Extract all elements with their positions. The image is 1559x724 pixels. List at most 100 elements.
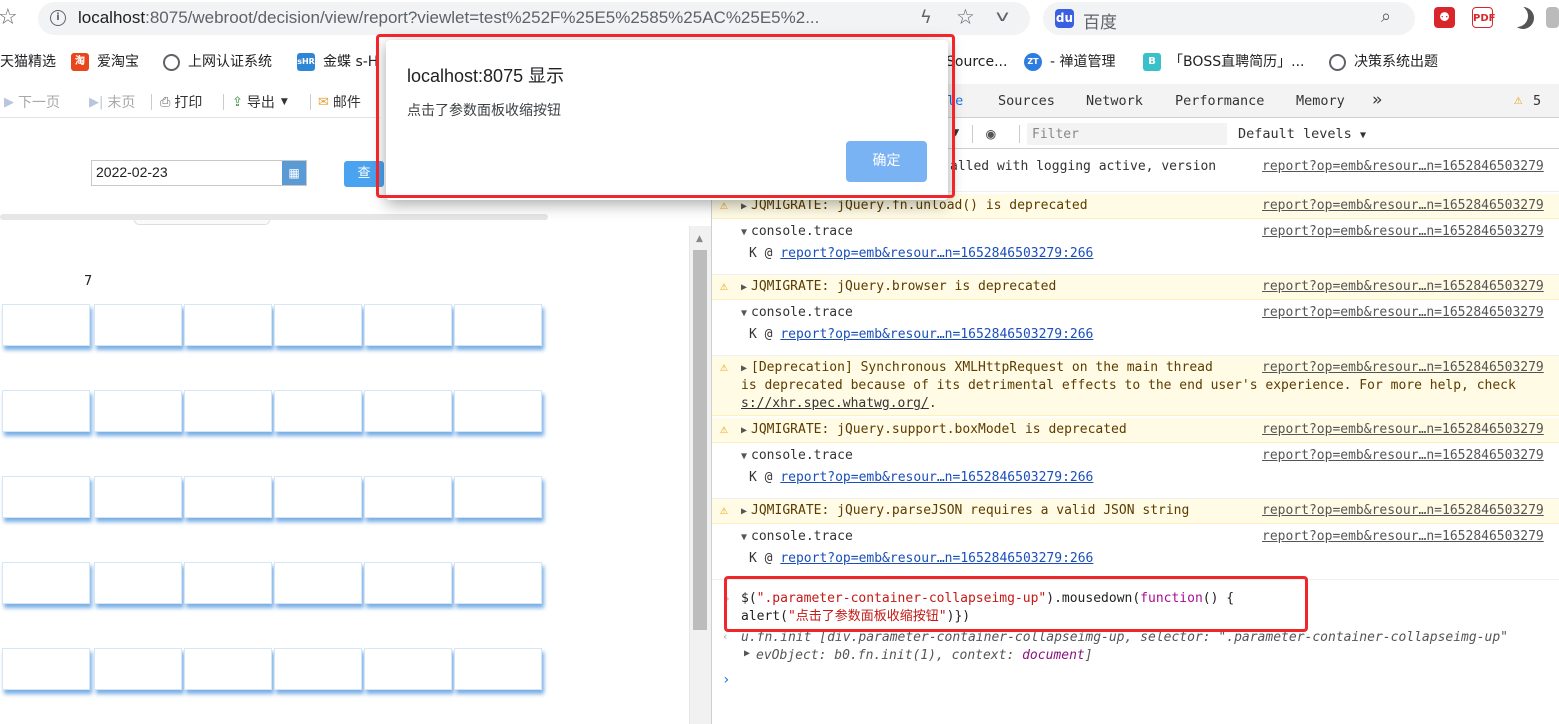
print-button[interactable]: ⎙ 打印 (160, 92, 202, 112)
report-cell[interactable] (94, 476, 182, 518)
report-cell[interactable] (2, 562, 90, 604)
tab-network[interactable]: Network (1086, 93, 1143, 109)
bookmark-boss[interactable]: B 「BOSS直聘简历」... (1143, 51, 1305, 73)
stack-link[interactable]: report?op=emb&resour…n=1652846503279:266 (780, 327, 1093, 342)
report-cell[interactable] (274, 562, 362, 604)
report-cell[interactable] (2, 476, 90, 518)
trace-text[interactable]: ▼ console.trace (741, 447, 853, 466)
warning-icon[interactable]: ⚠ (1514, 92, 1522, 108)
source-link[interactable]: report?op=emb&resour…n=1652846503279 (1262, 197, 1544, 215)
url-text[interactable]: localhost:8075/webroot/decision/view/rep… (78, 8, 900, 28)
message-text[interactable]: ▶ [Deprecation] Synchronous XMLHttpReques… (741, 359, 1213, 378)
trace-text[interactable]: ▼ console.trace (741, 528, 853, 547)
report-cell[interactable] (454, 648, 542, 690)
message-text[interactable]: ▶ JQMIGRATE: jQuery.support.boxModel is d… (741, 421, 1127, 440)
source-link[interactable]: report?op=emb&resour…n=1652846503279 (1262, 304, 1544, 322)
source-link[interactable]: report?op=emb&resour…n=1652846503279 (1262, 502, 1544, 520)
bookmark-zentao[interactable]: ZT - 禅道管理 (1024, 51, 1116, 73)
bookmark-auth-system[interactable]: 上网认证系统 (163, 51, 272, 73)
flash-icon[interactable]: ϟ (920, 7, 932, 28)
mail-button[interactable]: ✉ 邮件 (318, 92, 361, 112)
report-cell[interactable] (454, 476, 542, 518)
stack-link[interactable]: report?op=emb&resour…n=1652846503279:266 (780, 551, 1093, 566)
context-dropdown-icon[interactable]: ▼ (952, 125, 959, 139)
scroll-up-icon[interactable]: ▲ (696, 234, 703, 244)
bookmark-star-icon[interactable]: ☆ (0, 6, 18, 30)
report-cell[interactable] (364, 304, 452, 346)
export-button[interactable]: ⇪ 导出 ▼ (232, 92, 288, 112)
report-cell[interactable] (94, 648, 182, 690)
bookmark-source[interactable]: Source... (946, 51, 1007, 73)
source-link[interactable]: report?op=emb&resour…n=1652846503279 (1262, 421, 1544, 439)
last-page-button[interactable]: ▶| 末页 (89, 92, 135, 112)
search-box[interactable]: du 百度 ⌕ (1043, 2, 1415, 35)
tab-performance[interactable]: Performance (1175, 93, 1264, 109)
source-link[interactable]: report?op=emb&resour…n=1652846503279 (1262, 359, 1544, 377)
report-cell[interactable] (364, 648, 452, 690)
report-cell[interactable] (274, 304, 362, 346)
expand-icon[interactable]: ▶ (744, 648, 750, 659)
stack-link[interactable]: report?op=emb&resour…n=1652846503279:266 (780, 246, 1093, 261)
report-cell[interactable] (184, 390, 272, 432)
report-cell[interactable] (94, 562, 182, 604)
report-cell[interactable] (364, 476, 452, 518)
search-icon[interactable]: ⌕ (1381, 6, 1391, 27)
calendar-icon[interactable]: ▦ (282, 161, 306, 185)
bookmark-decision-exam[interactable]: 决策系统出题 (1329, 51, 1438, 73)
chevron-down-icon[interactable]: v (996, 7, 1009, 25)
report-cell[interactable] (2, 648, 90, 690)
report-cell[interactable] (454, 562, 542, 604)
report-cell[interactable] (184, 476, 272, 518)
extension-icon[interactable]: ⚉ (1434, 7, 1455, 28)
report-cell[interactable] (2, 304, 90, 346)
warning-count[interactable]: 5 (1533, 93, 1541, 109)
trace-text[interactable]: ▼ console.trace (741, 304, 853, 323)
bookmark-kingdee[interactable]: sHR 金蝶 s-H (297, 51, 378, 73)
report-cell[interactable] (184, 562, 272, 604)
dark-mode-icon[interactable] (1512, 7, 1534, 29)
source-link[interactable]: report?op=emb&resour…n=1652846503279 (1262, 158, 1544, 176)
ok-button[interactable]: 确定 (846, 141, 927, 182)
tab-sources[interactable]: Sources (998, 93, 1055, 109)
console-prompt-icon[interactable]: › (722, 672, 730, 688)
parameter-collapse-handle[interactable] (134, 220, 270, 225)
source-link[interactable]: report?op=emb&resour…n=1652846503279 (1262, 447, 1544, 465)
result-line-1[interactable]: u.fn.init [div.parameter-container-colla… (741, 630, 1508, 645)
pdf-extension-icon[interactable]: PDF (1472, 7, 1495, 28)
report-cell[interactable] (184, 648, 272, 690)
next-page-button[interactable]: ▶ 下一页 (4, 92, 60, 112)
report-cell[interactable] (184, 304, 272, 346)
report-scrollbar[interactable]: ▲ (689, 226, 711, 724)
report-cell[interactable] (364, 390, 452, 432)
info-icon[interactable]: i (50, 10, 66, 26)
report-cell[interactable] (274, 476, 362, 518)
date-field[interactable]: 2022-02-23 ▦ (91, 160, 307, 186)
scroll-thumb[interactable] (693, 250, 707, 630)
source-link[interactable]: report?op=emb&resour…n=1652846503279 (1262, 528, 1544, 546)
source-link[interactable]: report?op=emb&resour…n=1652846503279 (1262, 223, 1544, 241)
levels-dropdown[interactable]: Default levels ▼ (1238, 126, 1366, 142)
tab-memory[interactable]: Memory (1296, 93, 1345, 109)
report-cell[interactable] (274, 648, 362, 690)
report-cell[interactable] (454, 390, 542, 432)
report-cell[interactable] (364, 562, 452, 604)
report-cell[interactable] (94, 390, 182, 432)
bookmark-tmall[interactable]: 天猫精选 (0, 51, 56, 73)
parameter-collapse-bar[interactable] (0, 214, 548, 220)
address-bar[interactable]: i localhost:8075/webroot/decision/view/r… (38, 2, 1030, 35)
report-cell[interactable] (274, 390, 362, 432)
eye-icon[interactable]: ◉ (986, 124, 996, 143)
filter-input[interactable] (1027, 123, 1227, 145)
message-text[interactable]: ▶ JQMIGRATE: jQuery.parseJSON requires a … (741, 502, 1189, 521)
stack-link[interactable]: report?op=emb&resour…n=1652846503279:266 (780, 470, 1093, 485)
report-cell[interactable] (94, 304, 182, 346)
query-button[interactable]: 查 (344, 161, 384, 187)
report-cell[interactable] (454, 304, 542, 346)
trace-text[interactable]: ▼ console.trace (741, 223, 853, 242)
menu-icon[interactable] (1546, 7, 1559, 28)
source-link[interactable]: report?op=emb&resour…n=1652846503279 (1262, 278, 1544, 296)
star-icon[interactable]: ☆ (956, 5, 975, 29)
message-text[interactable]: ▶ JQMIGRATE: jQuery.browser is deprecated (741, 278, 1056, 297)
bookmark-taobao[interactable]: 淘 爱淘宝 (71, 51, 139, 73)
more-tabs-icon[interactable]: » (1372, 90, 1382, 110)
